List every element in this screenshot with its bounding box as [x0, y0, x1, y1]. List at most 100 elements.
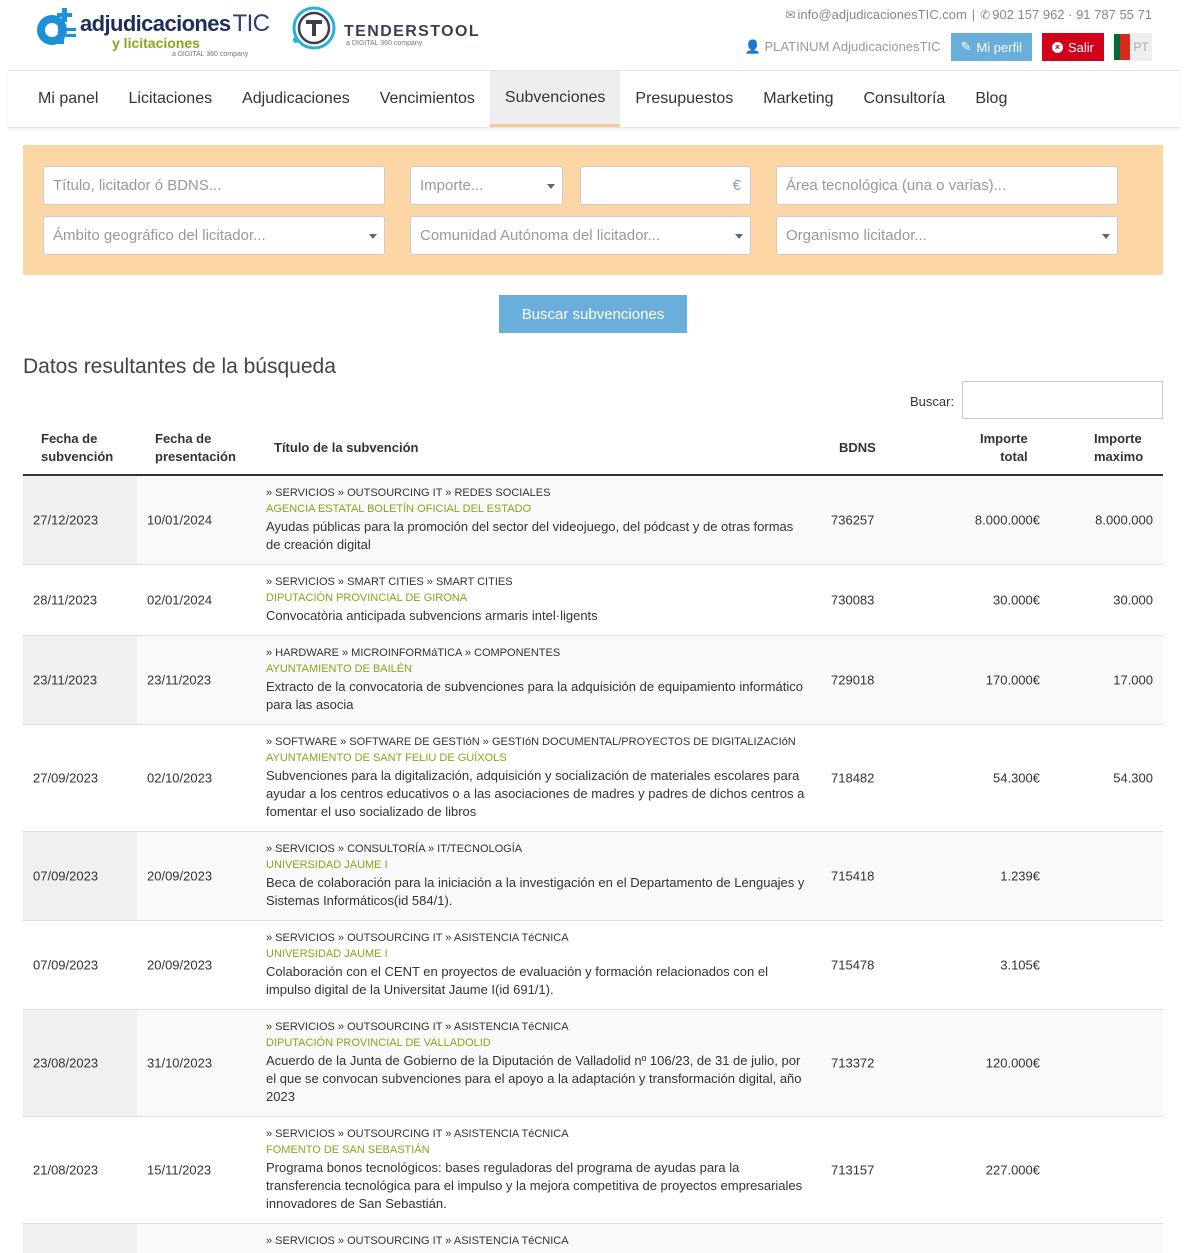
nav-item-consultoria[interactable]: Consultoría [849, 71, 961, 127]
tenderstool-name: TENDERSTOOL [344, 23, 481, 40]
caret-down-icon [547, 184, 555, 189]
search-filters: Título, licitador ó BDNS... Importe... €… [23, 145, 1163, 275]
col-total[interactable]: Importe total [980, 430, 1028, 466]
row-total: 120.000€ [985, 1055, 1040, 1071]
row-bdns: 713372 [831, 1055, 875, 1071]
row-max: 17.000 [1113, 672, 1153, 688]
organism-select[interactable]: Organismo licitador... [776, 216, 1118, 255]
nav-item-presupuestos[interactable]: Presupuestos [620, 71, 748, 127]
row-total: 170.000€ [985, 672, 1040, 688]
nav-item-blog[interactable]: Blog [960, 71, 1022, 127]
envelope-icon: ✉ [785, 8, 796, 22]
row-title[interactable]: Beca de colaboración para la iniciación … [266, 874, 806, 910]
row-total: 227.000€ [985, 1162, 1040, 1178]
row-organism[interactable]: AYUNTAMIENTO DE BAILÉN [266, 661, 806, 678]
row-organism[interactable]: UNIVERSIDAD JAUME I [266, 946, 806, 963]
table-row[interactable]: 27/12/2023 10/01/2024 » SERVICIOS » OUTS… [23, 476, 1163, 565]
nav-item-subvenciones[interactable]: Subvenciones [489, 71, 621, 127]
profile-button[interactable]: ✎ Mi perfil [950, 33, 1032, 61]
geo-scope-select[interactable]: Ámbito geográfico del licitador... [43, 216, 385, 255]
amount-input[interactable]: € [580, 166, 751, 205]
nav-item-licitaciones[interactable]: Licitaciones [113, 71, 227, 127]
row-date: 27/12/2023 [33, 512, 99, 528]
contact-phone: 902 157 962 · 91 787 55 71 [992, 7, 1152, 22]
table-row[interactable]: 07/09/2023 20/09/2023 » SERVICIOS » OUTS… [23, 921, 1163, 1010]
row-date: 28/11/2023 [33, 592, 98, 608]
row-max: 30.000 [1113, 592, 1153, 608]
row-bdns: 715478 [831, 957, 875, 973]
amount-select[interactable]: Importe... [410, 166, 563, 205]
caret-down-icon [735, 234, 743, 239]
row-total: 8.000.000€ [974, 512, 1040, 528]
row-category: » SERVICIOS » OUTSOURCING IT » ASISTENCI… [266, 1021, 569, 1033]
table-row[interactable]: 07/09/2023 20/09/2023 » SERVICIOS » CONS… [23, 832, 1163, 921]
table-row[interactable]: 28/11/2023 02/01/2024 » SERVICIOS » SMAR… [23, 565, 1163, 636]
row-bdns: 736257 [831, 512, 875, 528]
table-row[interactable]: 27/09/2023 02/10/2023 » SOFTWARE » SOFTW… [23, 725, 1163, 832]
nav-item-vencimientos[interactable]: Vencimientos [365, 71, 490, 127]
table-row[interactable]: 23/08/2023 31/10/2023 » SERVICIOS » OUTS… [23, 1010, 1163, 1117]
row-presentation: 02/01/2024 [147, 592, 213, 608]
title-search-input[interactable]: Título, licitador ó BDNS... [43, 166, 385, 205]
search-grants-button[interactable]: Buscar subvenciones [499, 295, 687, 333]
row-category: » HARDWARE » MICROINFORMáTICA » COMPONEN… [266, 647, 561, 659]
table-search-input[interactable] [962, 381, 1163, 419]
row-category: » SERVICIOS » OUTSOURCING IT » ASISTENCI… [266, 932, 569, 944]
caret-down-icon [1102, 234, 1110, 239]
contact-email[interactable]: info@adjudicacionesTIC.com [798, 7, 967, 22]
table-row[interactable]: 21/08/2023 15/11/2023 » SERVICIOS » OUTS… [23, 1117, 1163, 1224]
row-bdns: 730083 [831, 592, 875, 608]
row-title[interactable]: Programa bonos tecnológicos: bases regul… [266, 1159, 806, 1213]
row-title[interactable]: Colaboración con el CENT en proyectos de… [266, 963, 806, 999]
region-select[interactable]: Comunidad Autónoma del licitador... [410, 216, 751, 255]
portugal-flag-icon[interactable] [1114, 34, 1130, 60]
row-organism[interactable]: DIPUTACIÓN PROVINCIAL DE VALLADOLID [266, 1035, 806, 1052]
row-total: 3.105€ [1000, 957, 1040, 973]
tenderstool-mark-icon [292, 6, 336, 50]
row-title[interactable]: Subvenciones para la digitalización, adq… [266, 767, 806, 821]
row-total: 1.239€ [1000, 868, 1040, 884]
row-bdns: 713157 [831, 1162, 875, 1178]
col-date[interactable]: Fecha de subvención [41, 430, 113, 466]
nav-item-mi-panel[interactable]: Mi panel [23, 71, 113, 127]
row-max: 54.300 [1113, 770, 1153, 786]
row-category: » SERVICIOS » CONSULTORÍA » IT/TECNOLOGÍ… [266, 843, 523, 855]
row-organism[interactable]: AYUNTAMIENTO DE SANT FELIU DE GUÍXOLS [266, 750, 806, 767]
adjudicaciones-tic-logo[interactable]: adjudicacionesTIC y licitaciones a DIGIT… [32, 4, 270, 62]
row-organism[interactable]: FOMENTO DE SAN SEBASTIÁN [266, 1142, 806, 1159]
row-category: » SERVICIOS » OUTSOURCING IT » REDES SOC… [266, 487, 551, 499]
results-table-header: Fecha de subvención Fecha de presentación … [23, 420, 1163, 476]
row-title[interactable]: Ayudas públicas para la promoción del se… [266, 518, 806, 554]
username: 👤 PLATINUM AdjudicacionesTIC [744, 39, 941, 54]
tech-area-select[interactable]: Área tecnológica (una o varias)... [776, 166, 1118, 205]
caret-down-icon [369, 234, 377, 239]
table-row[interactable]: 23/11/2023 23/11/2023 » HARDWARE » MICRO… [23, 636, 1163, 725]
row-total: 54.300€ [993, 770, 1040, 786]
col-bdns[interactable]: BDNS [839, 439, 876, 457]
logo-adj-tic: TIC [232, 10, 270, 37]
col-max[interactable]: Importe maximo [1094, 430, 1143, 466]
euro-icon: € [732, 177, 741, 194]
row-presentation: 15/11/2023 [147, 1162, 212, 1178]
tenderstool-tag: a DIGITAL 360 company [346, 40, 423, 47]
results-table-body: 27/12/2023 10/01/2024 » SERVICIOS » OUTS… [23, 476, 1163, 1253]
col-title[interactable]: Título de la subvención [274, 439, 418, 457]
tenderstool-logo[interactable]: TENDERSTOOL a DIGITAL 360 company [290, 4, 490, 56]
language-switch[interactable]: PT [1130, 33, 1152, 61]
nav-item-marketing[interactable]: Marketing [748, 71, 848, 127]
row-title[interactable]: Convocatòria anticipada subvencions arma… [266, 607, 806, 625]
table-search-label: Buscar: [910, 394, 955, 409]
row-title[interactable]: Extracto de la convocatoria de subvencio… [266, 678, 806, 714]
row-organism[interactable]: DIPUTACIÓN PROVINCIAL DE GIRONA [266, 590, 806, 607]
logo-adj-main: adjudicaciones [80, 11, 231, 36]
col-presentation[interactable]: Fecha de presentación [155, 430, 236, 466]
nav-item-adjudicaciones[interactable]: Adjudicaciones [227, 71, 365, 127]
row-date: 23/11/2023 [33, 672, 98, 688]
table-row[interactable]: » SERVICIOS » OUTSOURCING IT » ASISTENCI… [23, 1224, 1163, 1253]
row-presentation: 02/10/2023 [147, 770, 213, 786]
row-title[interactable]: Acuerdo de la Junta de Gobierno de la Di… [266, 1052, 806, 1106]
row-date: 07/09/2023 [33, 957, 99, 973]
row-organism[interactable]: UNIVERSIDAD JAUME I [266, 857, 806, 874]
row-organism[interactable]: AGENCIA ESTATAL BOLETÍN OFICIAL DEL ESTA… [266, 501, 806, 518]
logout-button[interactable]: × Salir [1041, 33, 1104, 61]
